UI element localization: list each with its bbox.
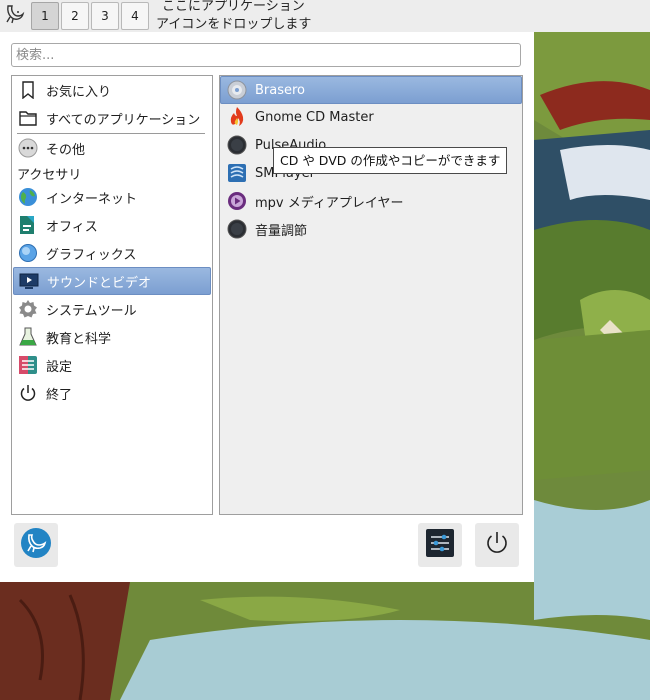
workspace-4-button[interactable]: 4 <box>121 2 149 30</box>
app-label: 音量調節 <box>255 223 308 239</box>
category-label: 設定 <box>46 359 73 375</box>
volume-icon <box>226 134 248 156</box>
workspace-1-button[interactable]: 1 <box>31 2 59 30</box>
category-label: サウンドとビデオ <box>47 275 152 291</box>
category-multimedia[interactable]: サウンドとビデオ <box>13 267 211 295</box>
launcher-drop-hint: ここにアプリケーション アイコンをドロップします <box>156 0 326 34</box>
flame-icon <box>226 106 248 128</box>
category-label: システムツール <box>46 303 137 319</box>
logout-button[interactable] <box>475 523 519 567</box>
category-education[interactable]: 教育と科学 <box>13 324 111 350</box>
app-label: mpv メディアプレイヤー <box>255 195 404 211</box>
search-input[interactable] <box>11 43 521 67</box>
sliders-icon <box>426 529 454 561</box>
smplayer-icon <box>226 162 248 184</box>
category-label: 終了 <box>46 387 73 403</box>
settings-manager-button[interactable] <box>418 523 462 567</box>
folder-icon <box>18 108 38 128</box>
office-icon <box>18 215 38 235</box>
whisker-menu-button[interactable] <box>2 2 28 30</box>
category-label: オフィス <box>46 219 98 235</box>
workspace-2-button[interactable]: 2 <box>61 2 89 30</box>
application-menu: お気に入り すべてのアプリケーション その他 アクセサリ インターネット <box>0 32 534 582</box>
app-mpv[interactable]: mpv メディアプレイヤー <box>221 188 521 214</box>
category-internet[interactable]: インターネット <box>13 184 137 210</box>
category-label: その他 <box>46 142 86 158</box>
category-label: お気に入り <box>46 84 112 100</box>
more-icon <box>18 138 38 158</box>
application-list: Brasero Gnome CD Master PulseAudio SMPla… <box>219 75 523 515</box>
power-icon <box>18 383 38 403</box>
settings-icon <box>18 355 38 375</box>
category-separator <box>17 133 205 134</box>
flask-icon <box>18 327 38 347</box>
disc-icon <box>226 79 248 101</box>
graphics-icon <box>18 243 38 263</box>
category-settings[interactable]: 設定 <box>13 352 72 378</box>
workspace-3-button[interactable]: 3 <box>91 2 119 30</box>
category-label: インターネット <box>46 191 138 207</box>
category-favorites[interactable]: お気に入り <box>13 77 111 103</box>
multimedia-icon <box>19 271 39 291</box>
volume-icon <box>226 218 248 240</box>
drop-hint-line1: ここにアプリケーション <box>162 0 305 14</box>
app-label: Brasero <box>255 82 306 98</box>
xfce-mouse-icon <box>4 3 26 29</box>
category-other[interactable]: その他 <box>13 135 85 161</box>
category-system[interactable]: システムツール <box>13 296 137 322</box>
category-accessories[interactable]: アクセサリ <box>17 164 81 183</box>
category-label: すべてのアプリケーション <box>46 112 201 128</box>
category-label: グラフィックス <box>46 247 137 263</box>
category-graphics[interactable]: グラフィックス <box>13 240 136 266</box>
power-icon <box>484 530 510 560</box>
xfce-logo-icon <box>20 527 52 563</box>
app-gnome-cd-master[interactable]: Gnome CD Master <box>221 104 521 130</box>
mpv-icon <box>226 190 248 212</box>
app-label: Gnome CD Master <box>255 109 374 125</box>
bookmark-icon <box>18 80 38 100</box>
app-volume-control[interactable]: 音量調節 <box>221 216 521 242</box>
category-all-applications[interactable]: すべてのアプリケーション <box>13 105 200 131</box>
app-brasero[interactable]: Brasero <box>220 76 522 104</box>
category-logout[interactable]: 終了 <box>13 380 72 406</box>
category-label: 教育と科学 <box>46 331 112 347</box>
globe-icon <box>18 187 38 207</box>
user-button[interactable] <box>14 523 58 567</box>
gear-icon <box>18 299 38 319</box>
category-list: お気に入り すべてのアプリケーション その他 アクセサリ インターネット オフィ… <box>11 75 213 515</box>
app-tooltip: CD や DVD の作成やコピーができます <box>273 147 508 174</box>
category-office[interactable]: オフィス <box>13 212 98 238</box>
top-panel: 1 2 3 4 ここにアプリケーション アイコンをドロップします <box>0 0 650 32</box>
